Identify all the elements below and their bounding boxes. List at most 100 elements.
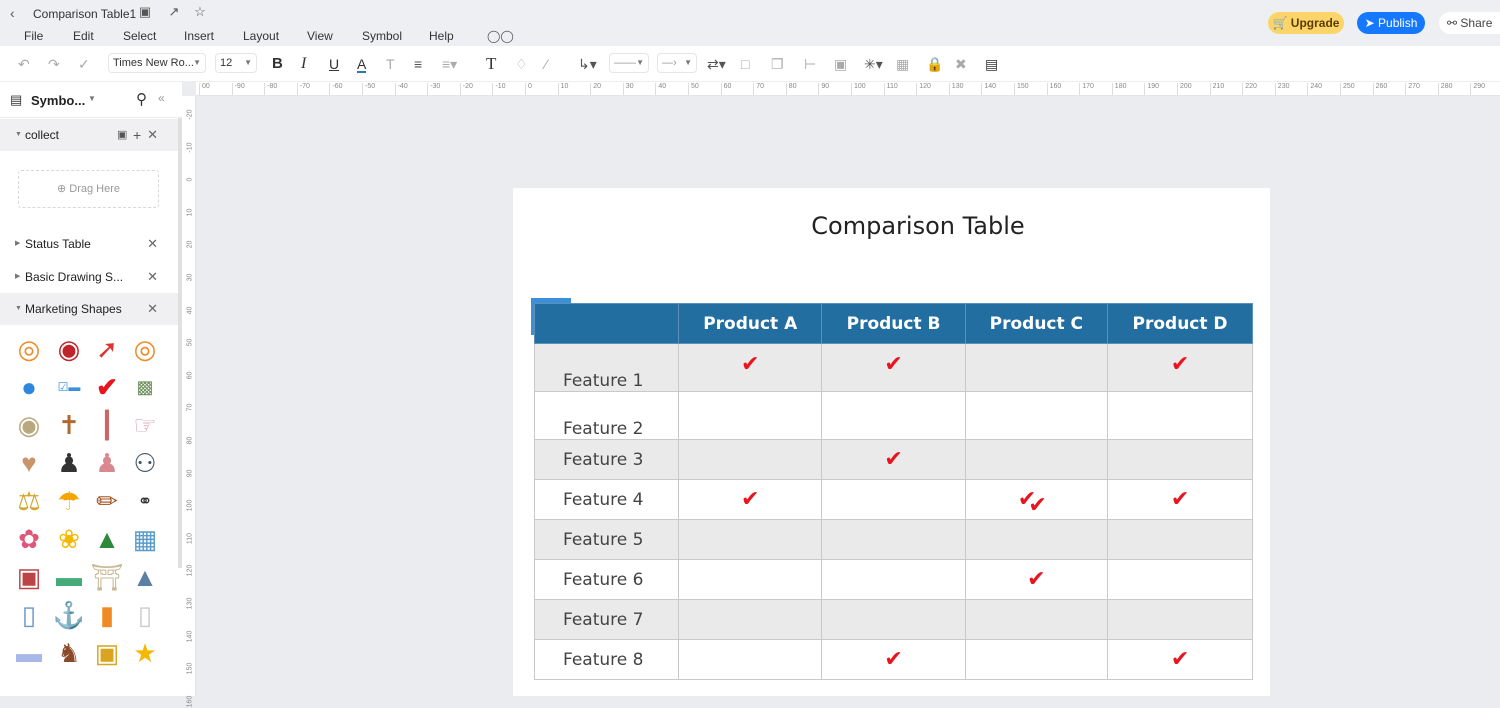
menu-layout[interactable]: Layout <box>243 29 279 43</box>
close-icon[interactable]: ✕ <box>147 228 158 260</box>
checkmark-icon[interactable]: ✔ <box>741 352 759 377</box>
feature-label[interactable]: Feature 3 <box>534 439 679 480</box>
menu-select[interactable]: Select <box>123 29 156 43</box>
pen-icon[interactable]: ∕ <box>545 55 547 73</box>
check-cell[interactable] <box>677 599 823 640</box>
checkmark-icon[interactable]: ✔ <box>1028 493 1046 518</box>
check-cell[interactable]: ✔ <box>821 439 966 480</box>
check-cell[interactable]: ✔ <box>821 639 966 680</box>
checkmark-icon[interactable]: ✔ <box>1027 567 1045 592</box>
sidebar-item-basic-drawing[interactable]: ▶ Basic Drawing S... ✕ <box>0 261 178 293</box>
check-cell[interactable]: ✔✔ <box>964 479 1109 520</box>
feature-label[interactable]: Feature 8 <box>534 639 679 680</box>
check-cell[interactable] <box>821 479 966 520</box>
check-cell[interactable] <box>677 559 823 600</box>
check-cell[interactable] <box>964 439 1109 480</box>
train-station-icon[interactable]: ▬ <box>52 560 86 594</box>
align-icon[interactable]: ≡ <box>414 55 422 73</box>
font-family-select[interactable]: Times New Ro... ▼ <box>108 53 206 73</box>
scales-icon[interactable]: ⚖ <box>12 484 46 518</box>
tree-icon[interactable]: ▲ <box>90 522 124 556</box>
treasure-chest-icon[interactable]: ▣ <box>90 636 124 670</box>
tools-icon[interactable]: ✖ <box>955 55 967 73</box>
check-cell[interactable] <box>821 559 966 600</box>
money-icon[interactable]: ▩ <box>128 370 162 404</box>
check-cell[interactable] <box>1107 391 1253 440</box>
align-left-icon[interactable]: ⊢ <box>804 55 816 73</box>
globe-icon[interactable]: ● <box>12 370 46 404</box>
format-painter-icon[interactable]: ✓ <box>78 55 90 73</box>
menu-view[interactable]: View <box>307 29 333 43</box>
font-size-select[interactable]: 12 ▼ <box>215 53 257 73</box>
check-cell[interactable]: ✔ <box>1107 639 1253 680</box>
import-icon[interactable]: ▣ <box>117 119 127 151</box>
back-icon[interactable]: ‹ <box>10 5 15 21</box>
underline-icon[interactable]: U <box>329 55 339 73</box>
send-back-icon[interactable]: ❐ <box>771 55 784 73</box>
arrow-style-select[interactable]: —› ▼ <box>657 53 697 73</box>
check-cell[interactable] <box>1107 439 1253 480</box>
save-icon[interactable]: ▣ <box>137 4 153 20</box>
check-cell[interactable]: ✔ <box>1107 343 1253 392</box>
check-cell[interactable] <box>677 519 823 560</box>
checkmark-icon[interactable]: ✔ <box>1171 352 1189 377</box>
checkmark-icon[interactable]: ✔ <box>884 352 902 377</box>
undo-icon[interactable]: ↶ <box>18 55 30 73</box>
fill-icon[interactable]: ♢ <box>515 55 528 73</box>
star-icon[interactable]: ☆ <box>192 4 208 20</box>
signpost-icon[interactable]: ✝ <box>52 408 86 442</box>
header-cell-empty[interactable] <box>534 303 679 344</box>
menu-edit[interactable]: Edit <box>73 29 94 43</box>
check-cell[interactable] <box>821 391 966 440</box>
close-icon[interactable]: ✕ <box>147 119 158 151</box>
check-cell[interactable] <box>677 439 823 480</box>
font-color-icon[interactable]: A <box>357 55 367 73</box>
italic-icon[interactable]: I <box>301 55 306 73</box>
businessman-icon[interactable]: ♟ <box>52 446 86 480</box>
table-title[interactable]: Comparison Table <box>513 212 1323 240</box>
checkmark-icon[interactable]: ✔ <box>90 370 124 404</box>
check-cell[interactable] <box>964 599 1109 640</box>
pencil-icon[interactable]: ✏ <box>90 484 124 518</box>
warehouse-icon[interactable]: ▣ <box>12 560 46 594</box>
lock-icon[interactable]: 🔒 <box>926 55 943 73</box>
strikethrough-icon[interactable]: T <box>386 55 395 73</box>
pointing-hand-icon[interactable]: ☞ <box>128 408 162 442</box>
comparison-table[interactable]: Product A Product B Product C Product D … <box>534 303 1253 680</box>
publish-button[interactable]: ➤ Publish <box>1357 12 1425 34</box>
feature-label[interactable]: Feature 7 <box>534 599 679 640</box>
check-cell[interactable]: ✔ <box>677 343 823 392</box>
menu-file[interactable]: File <box>24 29 43 43</box>
binoculars-icon[interactable]: ◯◯ <box>487 29 514 43</box>
checkmark-icon[interactable]: ✔ <box>1171 487 1189 512</box>
star-icon[interactable]: ★ <box>128 636 162 670</box>
feature-label[interactable]: Feature 5 <box>534 519 679 560</box>
export-icon[interactable]: ↗ <box>166 4 182 20</box>
canvas-page[interactable]: Comparison Table Product A Product B Pro… <box>513 188 1270 696</box>
factory-icon[interactable]: ▦ <box>128 522 162 556</box>
thermometer-icon[interactable]: ┃ <box>90 408 124 442</box>
bank-icon[interactable]: ⛩ <box>90 560 124 594</box>
group-icon[interactable]: ▣ <box>834 55 847 73</box>
check-cell[interactable] <box>964 391 1109 440</box>
redo-icon[interactable]: ↷ <box>48 55 60 73</box>
checkmark-icon[interactable]: ✔ <box>741 487 759 512</box>
sidebar-item-marketing-shapes[interactable]: ▼ Marketing Shapes ✕ <box>0 293 178 325</box>
check-cell[interactable] <box>1107 559 1253 600</box>
burj-icon[interactable]: ▲ <box>128 560 162 594</box>
umbrella-icon[interactable]: ☂ <box>52 484 86 518</box>
menu-help[interactable]: Help <box>429 29 454 43</box>
check-cell[interactable]: ✔ <box>1107 479 1253 520</box>
line-weight-icon[interactable]: ⇄▾ <box>707 55 726 73</box>
check-cell[interactable] <box>964 343 1109 392</box>
checkmark-icon[interactable]: ✔ <box>884 647 902 672</box>
check-cell[interactable]: ✔ <box>964 559 1109 600</box>
oil-rig-icon[interactable]: ⚓ <box>52 598 86 632</box>
header-product-d[interactable]: Product D <box>1107 303 1253 344</box>
search-icon[interactable]: ⚲ <box>136 90 147 108</box>
cylinder-icon[interactable]: ▮ <box>90 598 124 632</box>
handshake-icon[interactable]: ♥ <box>12 446 46 480</box>
tray-icon[interactable]: ▬ <box>12 636 46 670</box>
checkmark-icon[interactable]: ✔ <box>1171 647 1189 672</box>
add-icon[interactable]: + <box>133 119 141 151</box>
